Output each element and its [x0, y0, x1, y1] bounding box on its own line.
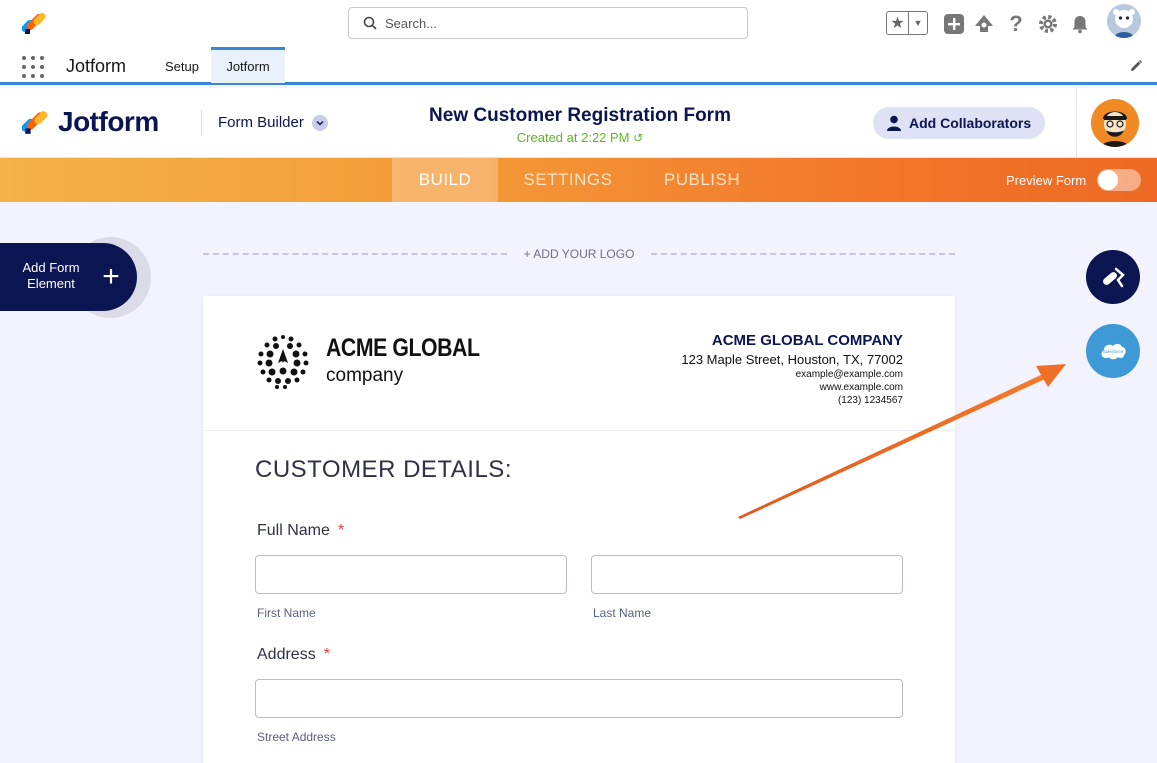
app-name: Jotform: [66, 56, 127, 76]
paint-roller-icon: [1103, 267, 1125, 288]
company-info: ACME GLOBAL COMPANY 123 Maple Street, Ho…: [681, 332, 903, 406]
app-launcher-icon[interactable]: [22, 56, 44, 78]
required-asterisk: *: [337, 522, 345, 539]
created-time: Created at 2:22 PM: [516, 130, 630, 145]
form-created-status: Created at 2:22 PM ↺: [380, 130, 780, 145]
add-form-element-label-line2: Element: [27, 276, 75, 291]
form-title[interactable]: New Customer Registration Form: [380, 105, 780, 127]
star-icon: ★: [887, 12, 909, 34]
first-name-input[interactable]: [255, 555, 567, 594]
last-name-input[interactable]: [591, 555, 903, 594]
nav-tab-setup[interactable]: Setup: [152, 48, 212, 84]
required-asterisk: *: [323, 646, 330, 663]
first-name-sublabel: First Name: [257, 606, 316, 620]
nav-tab-jotform[interactable]: Jotform: [211, 47, 285, 83]
salesforce-cloud-icon: salesforce: [1101, 343, 1126, 360]
full-name-label: Full Name *: [257, 522, 344, 540]
user-icon: [887, 115, 901, 131]
salesforce-integration-button[interactable]: salesforce: [1086, 324, 1140, 378]
settings-gear-icon[interactable]: [1036, 12, 1060, 36]
svg-text:salesforce: salesforce: [1103, 349, 1124, 354]
search-icon: [363, 16, 377, 30]
street-address-input[interactable]: [255, 679, 903, 718]
acme-globe-logo-icon: [257, 335, 309, 389]
trailhead-icon[interactable]: [972, 12, 996, 36]
form-header-block[interactable]: ACME GLOBAL company ACME GLOBAL COMPANY …: [203, 296, 955, 431]
history-icon[interactable]: ↺: [633, 131, 643, 145]
help-icon[interactable]: ?: [1004, 11, 1028, 36]
plus-icon[interactable]: +: [97, 262, 125, 292]
street-address-sublabel: Street Address: [257, 730, 336, 744]
last-name-sublabel: Last Name: [593, 606, 652, 620]
global-search[interactable]: [348, 7, 748, 39]
add-form-element-label: Add Form Element: [14, 260, 88, 292]
acme-logo-line2: company: [326, 365, 404, 386]
add-your-logo-link[interactable]: + ADD YOUR LOGO: [507, 247, 651, 261]
form-builder-dropdown[interactable]: Form Builder: [218, 114, 328, 131]
user-avatar[interactable]: [1107, 4, 1141, 38]
tab-publish[interactable]: PUBLISH: [650, 158, 754, 202]
address-label-text: Address: [257, 646, 316, 663]
edit-nav-pencil-icon[interactable]: [1129, 59, 1143, 78]
company-address: 123 Maple Street, Houston, TX, 77002: [681, 352, 903, 367]
search-input[interactable]: [385, 15, 725, 31]
logo-dashed-line-left: [203, 253, 507, 255]
form-designer-button[interactable]: [1086, 250, 1140, 304]
chevron-down-icon: [311, 114, 328, 131]
salesforce-top-bar: ★ ▼ ?: [0, 0, 1157, 47]
builder-tab-bar: BUILD SETTINGS PUBLISH Preview Form: [0, 158, 1157, 202]
jotform-app-logo-icon[interactable]: [22, 10, 48, 36]
tab-build[interactable]: BUILD: [392, 158, 498, 202]
form-card: ACME GLOBAL company ACME GLOBAL COMPANY …: [203, 296, 955, 763]
address-label: Address *: [257, 646, 330, 664]
jotform-user-avatar[interactable]: [1091, 99, 1139, 147]
header-divider: [201, 110, 202, 136]
jotform-logo-icon: [22, 111, 48, 134]
acme-logo-line1: ACME GLOBAL: [326, 334, 480, 362]
toggle-knob: [1098, 170, 1118, 190]
header-divider-right: [1076, 88, 1077, 158]
notifications-bell-icon[interactable]: [1068, 12, 1092, 36]
full-name-label-text: Full Name: [257, 522, 330, 539]
company-name: ACME GLOBAL COMPANY: [711, 332, 903, 349]
jotform-logo-text: Jotform: [58, 106, 159, 137]
logo-dashed-line-right: [651, 253, 955, 255]
add-collaborators-label: Add Collaborators: [909, 115, 1032, 131]
jotform-logo[interactable]: Jotform: [22, 106, 159, 138]
jotform-header: Jotform Form Builder New Customer Regist…: [0, 88, 1157, 158]
add-form-element-label-line1: Add Form: [22, 260, 80, 275]
chevron-down-icon: ▼: [913, 18, 923, 28]
company-website: www.example.com: [819, 382, 903, 393]
company-phone: (123) 1234567: [837, 395, 903, 406]
form-builder-label: Form Builder: [218, 114, 304, 131]
global-actions-icon[interactable]: [942, 12, 966, 36]
tab-settings[interactable]: SETTINGS: [510, 158, 626, 202]
company-email: example@example.com: [795, 369, 903, 380]
preview-form-label: Preview Form: [1006, 173, 1087, 188]
salesforce-nav-bar: Jotform Setup Jotform: [0, 47, 1157, 85]
add-collaborators-button[interactable]: Add Collaborators: [873, 107, 1045, 139]
preview-form-toggle[interactable]: [1097, 169, 1141, 191]
section-title: CUSTOMER DETAILS:: [255, 456, 512, 483]
favorites-button[interactable]: ★ ▼: [886, 11, 928, 35]
